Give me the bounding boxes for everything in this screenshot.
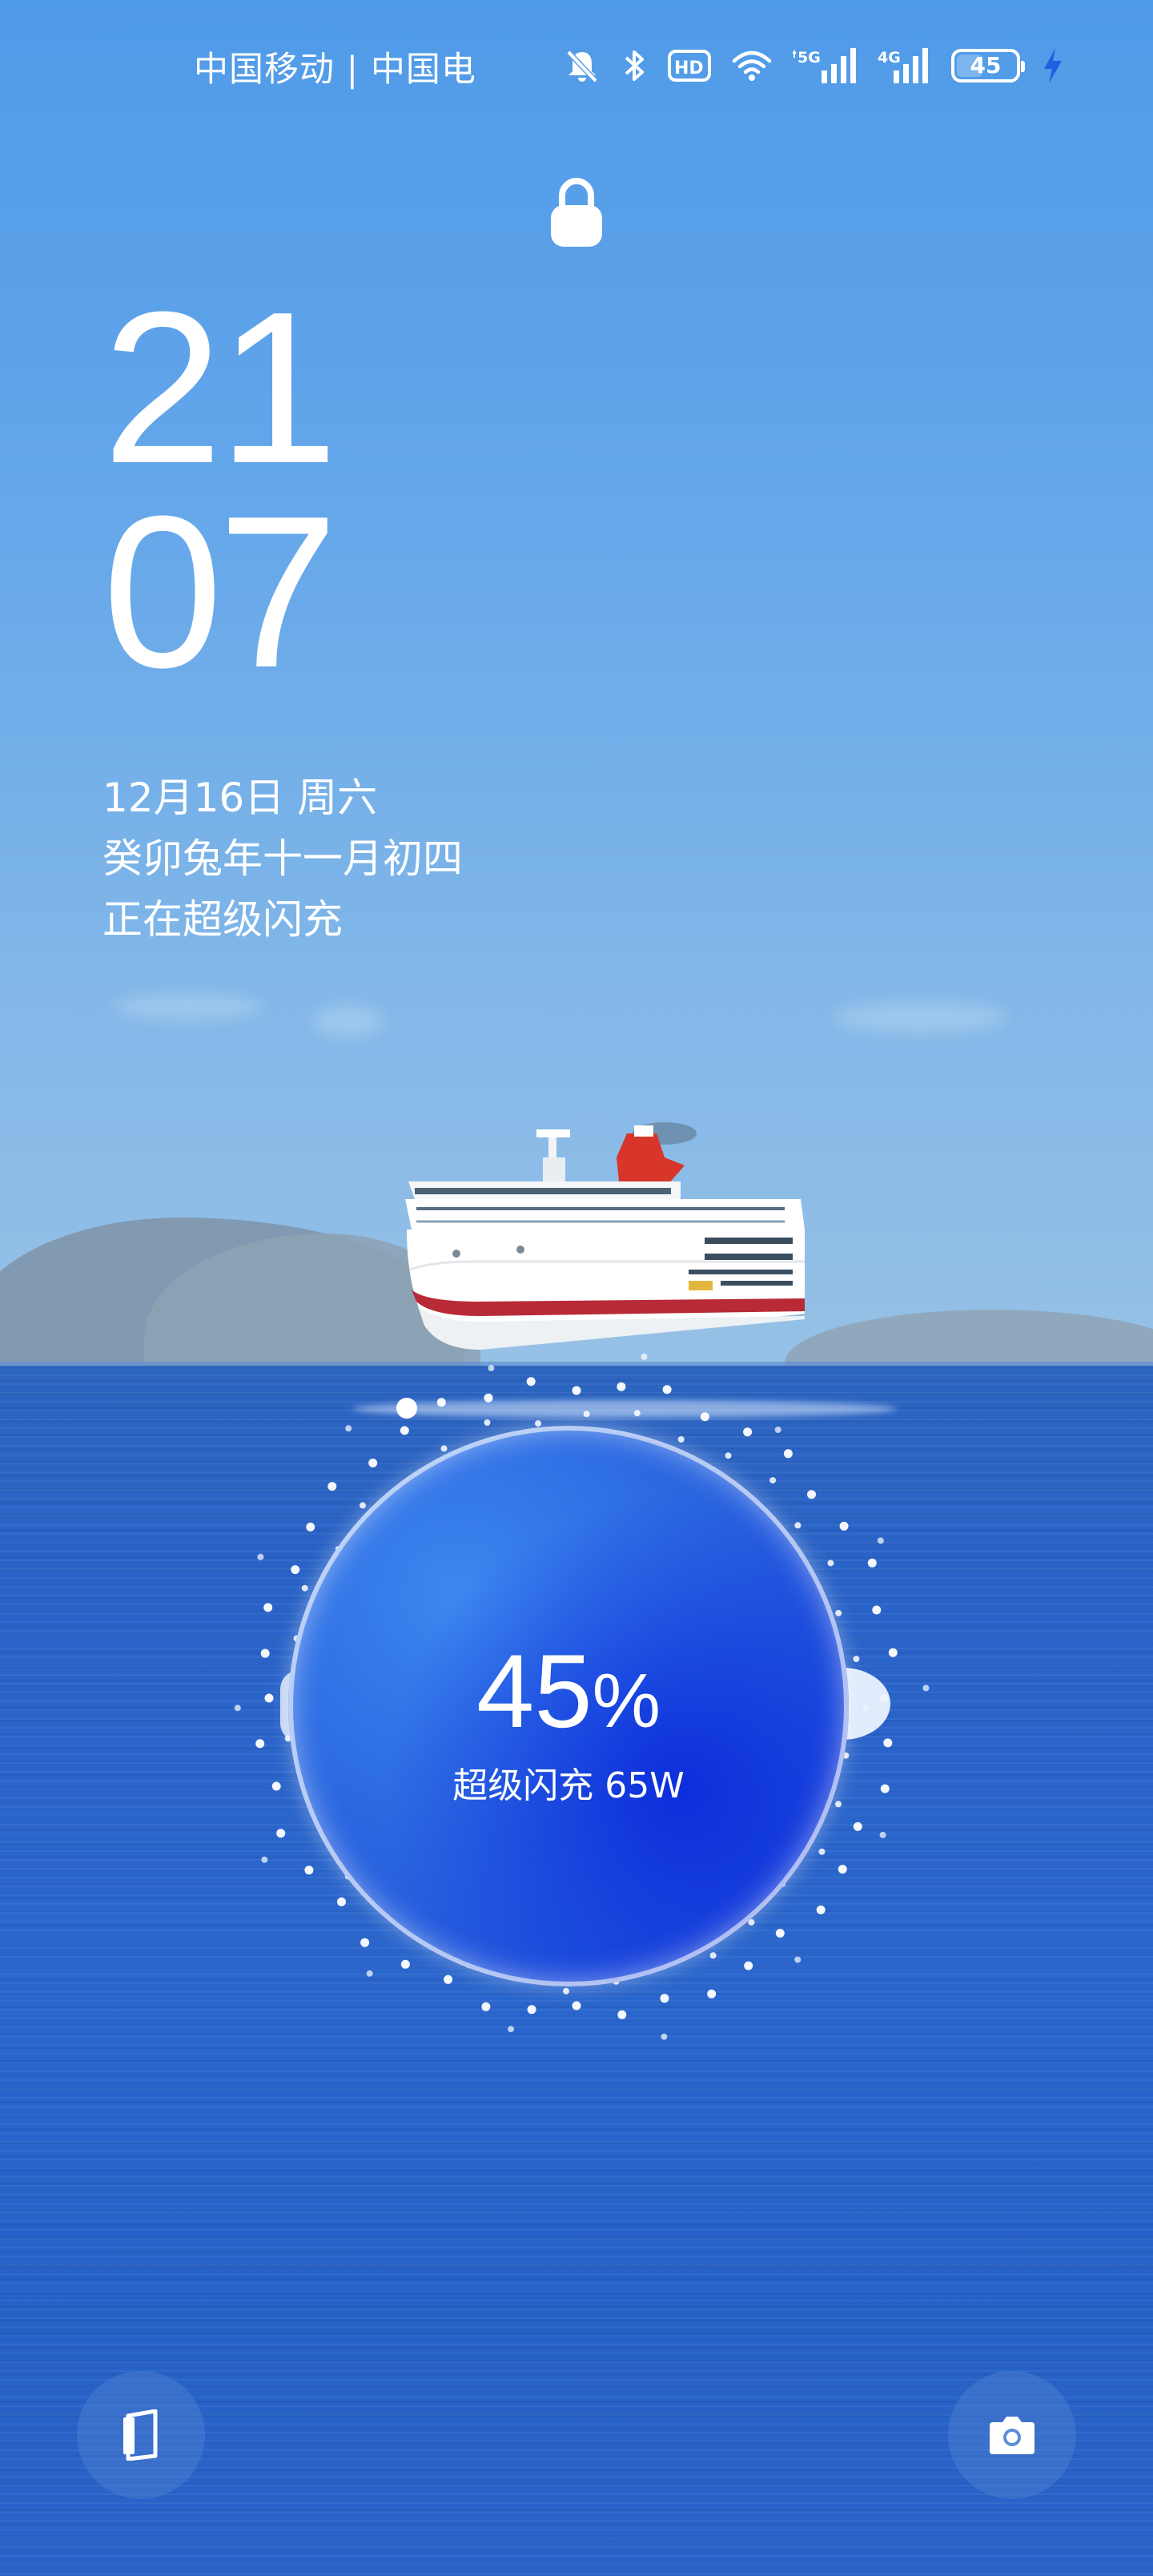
charging-particle <box>436 1398 446 1407</box>
wallet-shortcut-button[interactable] <box>77 2371 205 2499</box>
charging-particle <box>572 2001 581 2010</box>
mute-icon <box>566 50 598 83</box>
4g-signal-icon: 4G <box>878 48 928 83</box>
charge-percent: 45% <box>476 1635 661 1757</box>
charging-particle <box>880 1784 890 1793</box>
network-5g-label: 5G <box>797 49 821 66</box>
charging-particle <box>617 2010 627 2019</box>
wallet-card-icon <box>123 2409 158 2461</box>
charging-particle <box>922 1684 930 1692</box>
date-info: 12月16日 周六 癸卯兔年十一月初四 正在超级闪充 <box>102 767 463 950</box>
charging-particle <box>641 1353 648 1360</box>
charging-particle <box>877 1537 884 1544</box>
lunar-date-text: 癸卯兔年十一月初四 <box>102 835 463 882</box>
charge-mode-label: 超级闪充 65W <box>452 1765 685 1806</box>
charging-particle <box>853 1656 860 1663</box>
charging-particle <box>481 2002 491 2011</box>
charge-percent-value: 45 <box>476 1632 593 1749</box>
network-4g-label: 4G <box>878 49 901 66</box>
charging-particle <box>255 1739 265 1749</box>
charging-particle <box>508 2026 515 2033</box>
status-bar: 中国移动 | 中国电 HD 5G 4G 45 <box>0 0 1153 136</box>
status-icons: HD 5G 4G 45 <box>564 42 1063 90</box>
charging-particle <box>264 1693 274 1703</box>
charging-particle <box>396 1398 417 1419</box>
charging-particle <box>263 1603 273 1612</box>
charging-particle <box>617 1382 626 1391</box>
charging-particle <box>662 1385 672 1395</box>
charging-particle <box>484 1419 491 1426</box>
charging-particle <box>257 1553 264 1560</box>
charging-particle <box>583 1411 590 1418</box>
hd-label: HD <box>674 58 704 78</box>
5g-signal-icon: 5G <box>793 48 856 83</box>
charging-readout: 45% 超级闪充 65W <box>288 1426 849 1986</box>
camera-shortcut-button[interactable] <box>948 2371 1076 2499</box>
charge-percent-sign: % <box>592 1657 661 1744</box>
charging-particle <box>883 1738 893 1748</box>
hd-voice-icon: HD <box>668 50 711 82</box>
charging-particle <box>484 1393 493 1403</box>
charging-particle <box>276 1829 286 1838</box>
charging-particle <box>707 1989 717 1998</box>
battery-icon: 45 <box>951 49 1025 83</box>
charging-particle <box>867 1558 877 1568</box>
wifi-icon <box>732 50 772 81</box>
lock-clock: 21 07 <box>102 268 338 713</box>
charging-particle <box>888 1648 898 1657</box>
carrier-name: 中国移动 | 中国电 <box>194 50 476 90</box>
charging-particle <box>234 1705 241 1712</box>
charging-particle <box>879 1831 886 1838</box>
clock-minute: 07 <box>102 472 338 713</box>
charging-particle <box>271 1781 281 1791</box>
charging-particle <box>572 1386 581 1395</box>
charging-particle <box>526 1377 536 1387</box>
clock-hour: 21 <box>102 268 338 509</box>
charging-particle <box>661 2033 668 2040</box>
charging-particle <box>527 2005 536 2015</box>
charging-particle <box>563 1987 569 1994</box>
camera-icon <box>990 2417 1034 2454</box>
bluetooth-icon <box>625 50 644 81</box>
charging-particle <box>261 1856 268 1863</box>
charging-particle <box>853 1821 862 1831</box>
battery-level: 45 <box>970 52 1002 78</box>
charging-particle <box>633 1410 641 1417</box>
charging-particle <box>488 1365 495 1371</box>
padlock-icon[interactable] <box>549 175 604 248</box>
charging-particle <box>872 1605 882 1615</box>
charging-particle <box>700 1412 709 1422</box>
charging-particle <box>260 1648 270 1658</box>
charging-bolt-icon <box>1044 48 1062 83</box>
charging-status-text: 正在超级闪充 <box>102 896 343 943</box>
date-text: 12月16日 周六 <box>102 775 378 821</box>
charging-particle <box>660 1994 669 2003</box>
